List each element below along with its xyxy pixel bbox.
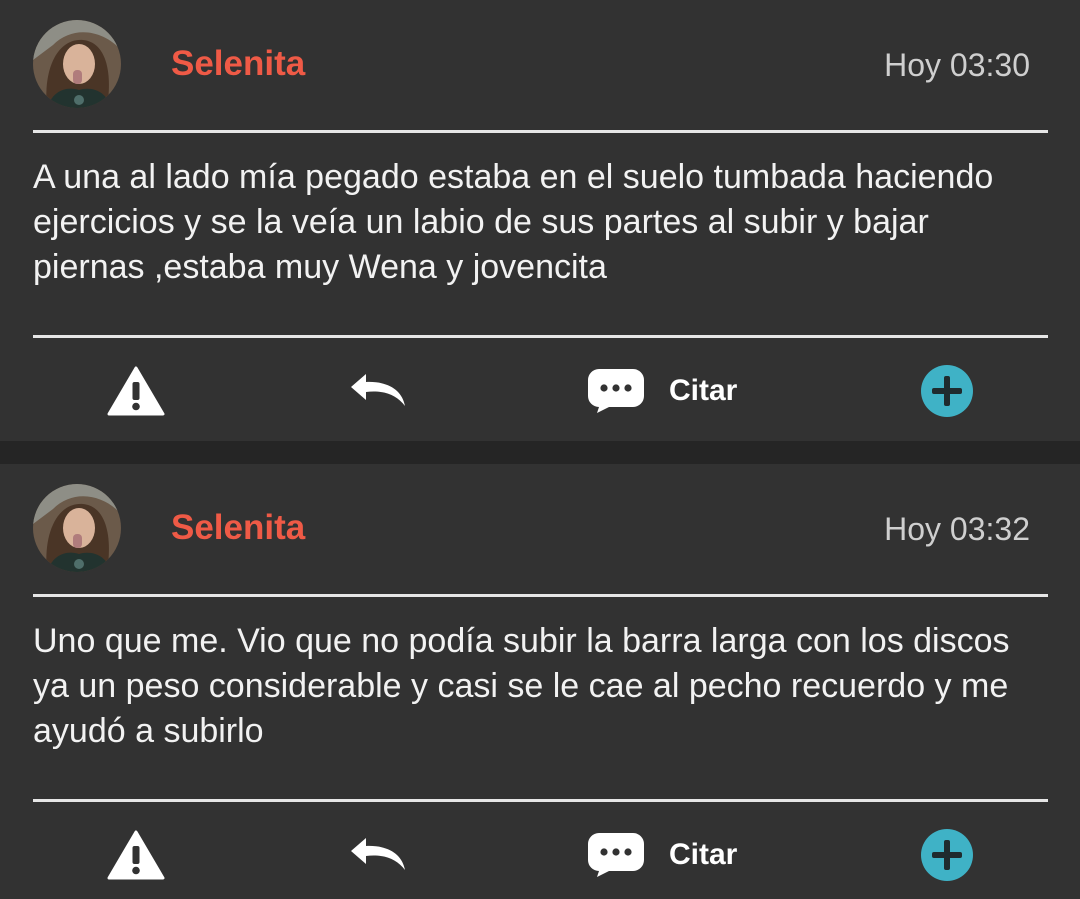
- quote-button[interactable]: Citar: [587, 832, 737, 878]
- quote-button[interactable]: Citar: [587, 368, 737, 414]
- avatar[interactable]: [33, 484, 121, 572]
- author-name[interactable]: Selenita: [171, 44, 305, 84]
- quote-label: Citar: [669, 838, 738, 871]
- author-name[interactable]: Selenita: [171, 508, 305, 548]
- report-button[interactable]: [107, 830, 165, 880]
- add-button[interactable]: [920, 364, 974, 418]
- reply-arrow-icon: [351, 374, 405, 406]
- add-button[interactable]: [920, 828, 974, 882]
- reply-arrow-icon: [351, 838, 405, 870]
- divider: [33, 594, 1048, 597]
- post-body: Uno que me. Vio que no podía subir la ba…: [33, 622, 1010, 750]
- avatar-image: [33, 484, 121, 572]
- divider: [33, 130, 1048, 133]
- post-card: Selenita Hoy 03:30 A una al lado mía peg…: [0, 0, 1080, 441]
- post-feed: Selenita Hoy 03:30 A una al lado mía peg…: [0, 0, 1080, 899]
- chat-bubble-icon: [588, 833, 644, 877]
- quote-label: Citar: [669, 374, 738, 407]
- avatar-image: [33, 20, 121, 108]
- post-separator: [0, 441, 1080, 464]
- warning-icon: [107, 366, 165, 416]
- post-timestamp: Hoy 03:30: [884, 47, 1030, 83]
- plus-circle-icon: [921, 829, 973, 881]
- plus-circle-icon: [921, 365, 973, 417]
- divider: [33, 799, 1048, 802]
- avatar[interactable]: [33, 20, 121, 108]
- reply-button[interactable]: [350, 836, 406, 872]
- report-button[interactable]: [107, 366, 165, 416]
- warning-icon: [107, 830, 165, 880]
- divider: [33, 335, 1048, 338]
- post-card: Selenita Hoy 03:32 Uno que me. Vio que n…: [0, 464, 1080, 899]
- post-timestamp: Hoy 03:32: [884, 511, 1030, 547]
- post-body: A una al lado mía pegado estaba en el su…: [33, 158, 994, 286]
- chat-bubble-icon: [588, 369, 644, 413]
- reply-button[interactable]: [350, 372, 406, 408]
